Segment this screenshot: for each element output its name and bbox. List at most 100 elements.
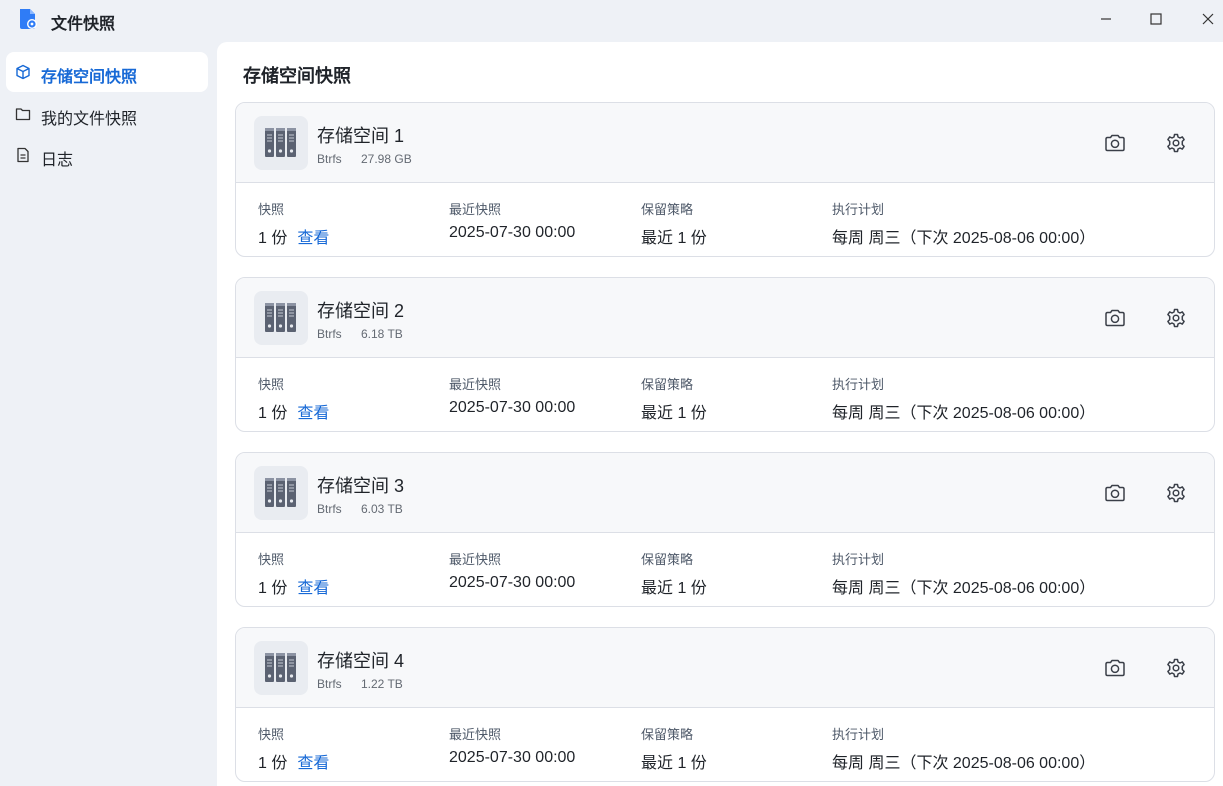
- minimize-button[interactable]: [1081, 0, 1131, 38]
- settings-button[interactable]: [1164, 481, 1188, 505]
- app-logo-icon: [18, 8, 38, 30]
- camera-icon: [1105, 659, 1125, 677]
- field-label: 快照: [258, 552, 285, 567]
- volume-card-header: 存储空间 3 Btrfs 6.03 TB: [236, 453, 1214, 533]
- cube-icon: [15, 64, 31, 80]
- retention-policy-field: 保留策略 最近 1 份: [641, 199, 707, 248]
- volume-size: 1.22 TB: [361, 677, 403, 691]
- field-label: 执行计划: [832, 377, 885, 392]
- field-label: 保留策略: [641, 552, 694, 567]
- volume-name: 存储空间 1: [317, 126, 405, 146]
- close-button[interactable]: [1183, 0, 1223, 38]
- sidebar-item-volume-snapshots[interactable]: 存储空间快照: [6, 52, 208, 92]
- volume-filesystem: Btrfs: [317, 502, 342, 516]
- gear-icon: [1167, 658, 1185, 678]
- take-snapshot-button[interactable]: [1103, 306, 1127, 330]
- page-title: 存储空间快照: [243, 66, 351, 86]
- close-icon: [1202, 13, 1214, 25]
- camera-icon: [1105, 134, 1125, 152]
- server-icon: [254, 291, 308, 345]
- snapshot-count: 1 份: [258, 755, 288, 772]
- field-label: 保留策略: [641, 202, 694, 217]
- field-label: 快照: [258, 377, 285, 392]
- snapshot-count-field: 快照 1 份查看: [258, 199, 329, 248]
- volume-size: 27.98 GB: [361, 152, 412, 166]
- volume-card: 存储空间 3 Btrfs 6.03 TB 快照 1 份查看 最近快照 2025-…: [235, 452, 1215, 607]
- schedule-field: 执行计划 每周 周三（下次 2025-08-06 00:00）: [832, 549, 1095, 598]
- take-snapshot-button[interactable]: [1103, 656, 1127, 680]
- schedule-field: 执行计划 每周 周三（下次 2025-08-06 00:00）: [832, 724, 1095, 773]
- field-label: 执行计划: [832, 552, 885, 567]
- volume-name: 存储空间 2: [317, 301, 405, 321]
- field-label: 执行计划: [832, 727, 885, 742]
- schedule-value: 每周 周三（下次 2025-08-06 00:00）: [832, 405, 1096, 422]
- field-label: 最近快照: [449, 377, 502, 392]
- main-panel: 存储空间快照 存储空间 1 Btrfs 27.98 GB 快照 1 份 查看 最…: [217, 42, 1223, 786]
- field-label: 快照: [258, 727, 285, 742]
- retention-policy-value: 最近 1 份: [641, 755, 707, 772]
- volume-card: 存储空间 4 Btrfs 1.22 TB 快照 1 份查看 最近快照 2025-…: [235, 627, 1215, 782]
- latest-snapshot-field: 最近快照 2025-07-30 00:00: [449, 374, 575, 417]
- sidebar-item-file-snapshots[interactable]: 我的文件快照: [6, 94, 208, 134]
- field-label: 保留策略: [641, 377, 694, 392]
- field-label: 最近快照: [449, 202, 502, 217]
- maximize-icon: [1150, 13, 1162, 25]
- volume-card-header: 存储空间 4 Btrfs 1.22 TB: [236, 628, 1214, 708]
- volume-filesystem: Btrfs: [317, 327, 342, 341]
- view-snapshots-link[interactable]: 查看: [297, 405, 329, 422]
- snapshot-count-field: 快照 1 份查看: [258, 549, 329, 598]
- view-snapshots-link[interactable]: 查看: [297, 755, 329, 772]
- volume-size: 6.18 TB: [361, 327, 403, 341]
- schedule-value: 每周 周三（下次 2025-08-06 00:00）: [832, 230, 1096, 247]
- latest-snapshot-field: 最近快照 2025-07-30 00:00: [449, 199, 575, 242]
- take-snapshot-button[interactable]: [1103, 131, 1127, 155]
- sidebar-item-label: 日志: [41, 152, 74, 169]
- sidebar: 存储空间快照 我的文件快照 日志: [0, 42, 217, 786]
- title-bar: 文件快照: [0, 0, 1223, 42]
- server-icon: [254, 116, 308, 170]
- gear-icon: [1167, 483, 1185, 503]
- gear-icon: [1167, 308, 1185, 328]
- volume-name: 存储空间 4: [317, 651, 405, 671]
- minimize-icon: [1101, 18, 1111, 20]
- sidebar-item-label: 我的文件快照: [41, 111, 138, 128]
- settings-button[interactable]: [1164, 306, 1188, 330]
- retention-policy-field: 保留策略 最近 1 份: [641, 374, 707, 423]
- retention-policy-field: 保留策略 最近 1 份: [641, 549, 707, 598]
- retention-policy-value: 最近 1 份: [641, 230, 707, 247]
- app-title: 文件快照: [51, 16, 116, 33]
- volume-filesystem: Btrfs: [317, 152, 342, 166]
- field-label: 最近快照: [449, 727, 502, 742]
- sidebar-item-label: 存储空间快照: [41, 69, 138, 86]
- retention-policy-value: 最近 1 份: [641, 405, 707, 422]
- volume-size: 6.03 TB: [361, 502, 403, 516]
- take-snapshot-button[interactable]: [1103, 481, 1127, 505]
- snapshot-count-field: 快照 1 份查看: [258, 724, 329, 773]
- volume-name: 存储空间 3: [317, 476, 405, 496]
- view-snapshots-link[interactable]: 查看: [297, 580, 329, 597]
- server-icon: [254, 466, 308, 520]
- latest-snapshot-time: 2025-07-30 00:00: [449, 224, 576, 241]
- schedule-value: 每周 周三（下次 2025-08-06 00:00）: [832, 755, 1096, 772]
- settings-button[interactable]: [1164, 131, 1188, 155]
- retention-policy-field: 保留策略 最近 1 份: [641, 724, 707, 773]
- volume-card: 存储空间 1 Btrfs 27.98 GB 快照 1 份查看 最近快照 2025…: [235, 102, 1215, 257]
- field-label: 最近快照: [449, 552, 502, 567]
- volume-filesystem: Btrfs: [317, 677, 342, 691]
- settings-button[interactable]: [1164, 656, 1188, 680]
- latest-snapshot-field: 最近快照 2025-07-30 00:00: [449, 724, 575, 767]
- view-snapshots-link[interactable]: 查看: [297, 230, 329, 247]
- latest-snapshot-time: 2025-07-30 00:00: [449, 574, 576, 591]
- volume-card-header: 存储空间 1 Btrfs 27.98 GB: [236, 103, 1214, 183]
- schedule-field: 执行计划 每周 周三（下次 2025-08-06 00:00）: [832, 374, 1095, 423]
- sidebar-item-logs[interactable]: 日志: [6, 135, 208, 175]
- server-icon: [254, 641, 308, 695]
- snapshot-count-field: 快照 1 份查看: [258, 374, 329, 423]
- field-label: 快照: [258, 202, 285, 217]
- volume-card: 存储空间 2 Btrfs 6.18 TB 快照 1 份查看 最近快照 2025-…: [235, 277, 1215, 432]
- field-label: 保留策略: [641, 727, 694, 742]
- field-label: 执行计划: [832, 202, 885, 217]
- maximize-button[interactable]: [1131, 0, 1181, 38]
- retention-policy-value: 最近 1 份: [641, 580, 707, 597]
- snapshot-count: 1 份: [258, 405, 288, 422]
